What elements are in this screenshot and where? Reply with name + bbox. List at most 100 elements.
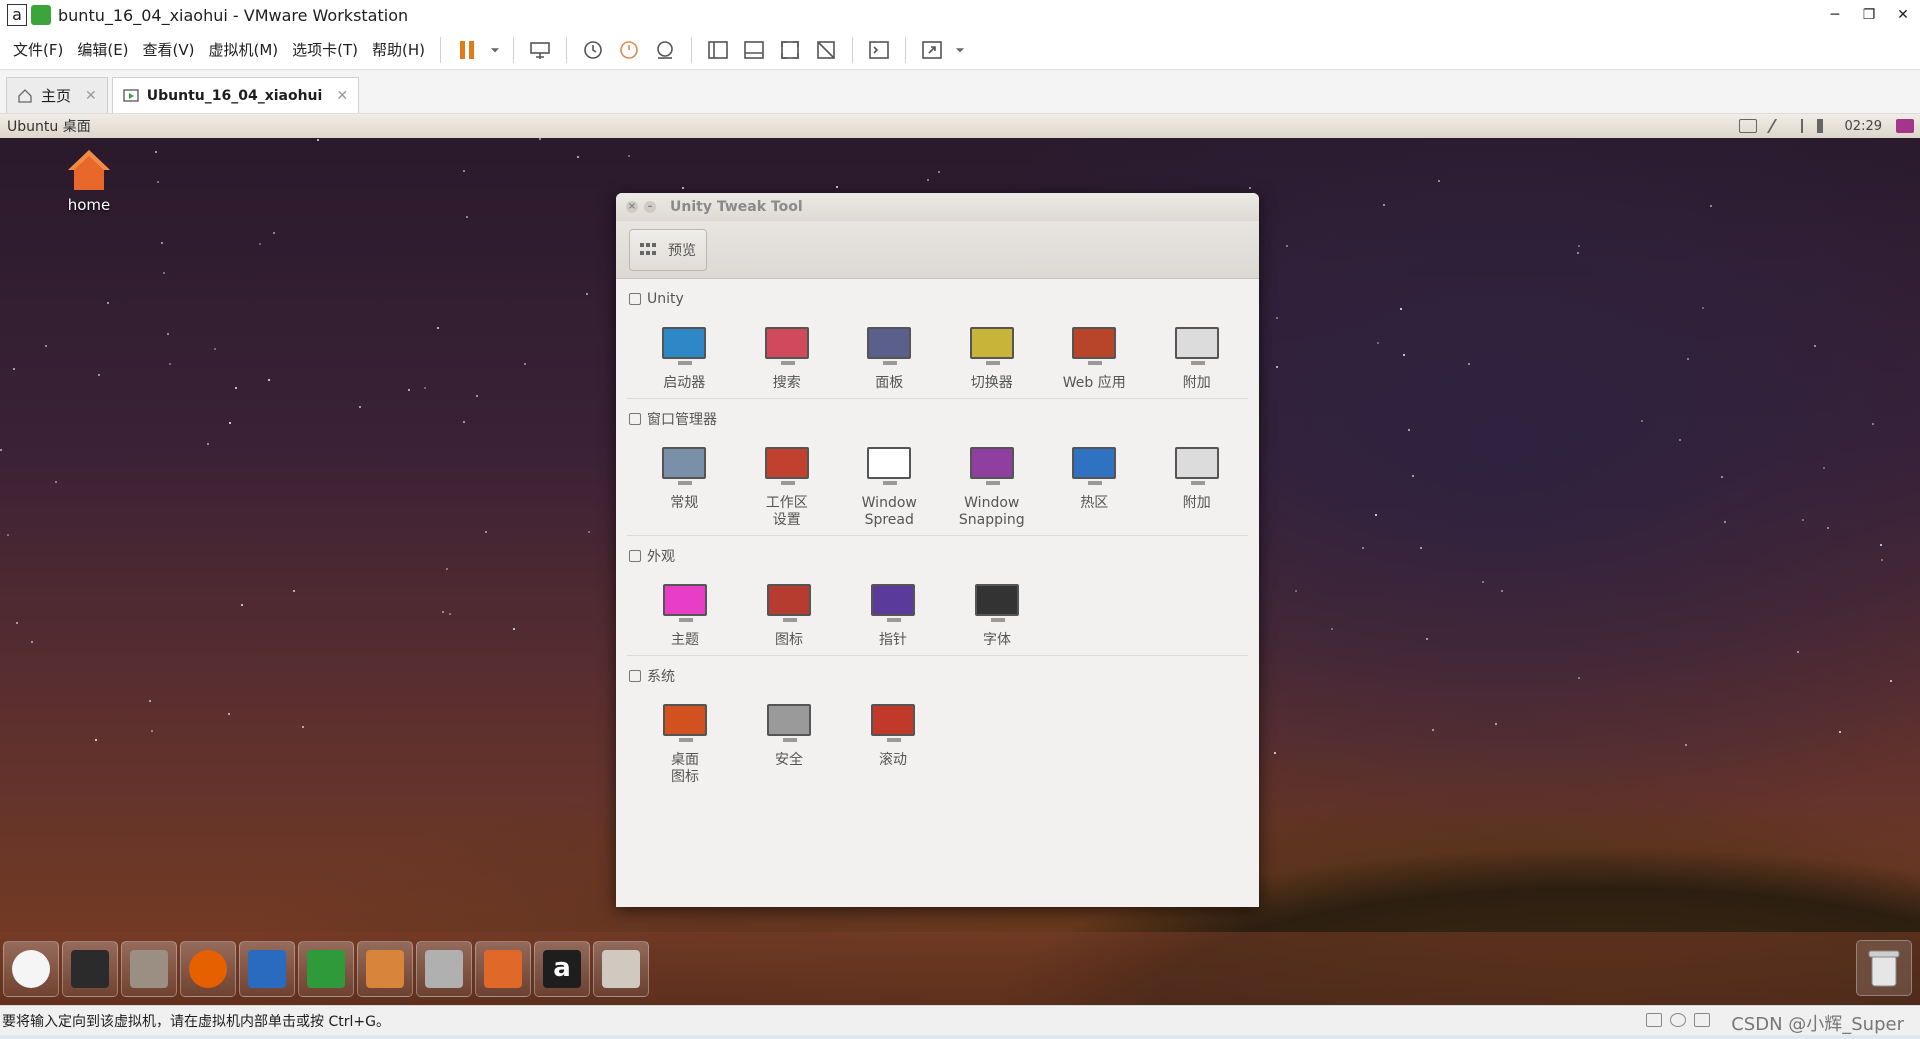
unity-tweak-tool-window: × – Unity Tweak Tool 预览 Unity 启动器 搜索 面板 切换器 W… (616, 193, 1259, 907)
utt-item[interactable]: 图标 (737, 572, 841, 649)
bluetooth-indicator-icon[interactable] (1795, 119, 1803, 133)
console-icon[interactable] (864, 35, 894, 65)
settings-launcher-icon[interactable] (416, 940, 472, 997)
dash-launcher-icon[interactable] (3, 940, 59, 997)
network-indicator-icon[interactable] (1766, 119, 1785, 133)
stretch-icon[interactable] (917, 35, 947, 65)
vmware-app-icon[interactable]: a (0, 0, 58, 30)
utt-section: 窗口管理器 常规 工作区 设置 Window Spread Window Snappin… (627, 399, 1248, 536)
library-icon[interactable] (703, 35, 733, 65)
menu-file[interactable]: 文件(F) (6, 39, 70, 60)
utt-item[interactable]: 指针 (841, 572, 945, 649)
keyboard-indicator-icon[interactable] (1738, 119, 1757, 133)
snapshot-icon[interactable] (578, 35, 608, 65)
send-ctrl-alt-del-icon[interactable] (525, 35, 555, 65)
utt-item[interactable]: Window Spread (838, 435, 941, 529)
tab-home[interactable]: 主页 ✕ (6, 77, 108, 113)
title-bar: a buntu_16_04_xiaohui - VMware Workstati… (0, 0, 1920, 30)
unity-launcher: a (0, 932, 1920, 1005)
pause-dropdown-icon[interactable] (488, 35, 502, 65)
menu-edit[interactable]: 编辑(E) (70, 39, 135, 60)
utt-item-label: 工作区 设置 (765, 495, 808, 528)
utt-item[interactable]: 常规 (633, 435, 736, 529)
toolbar-separator (905, 36, 907, 63)
vm-display[interactable]: Ubuntu 桌面 02:29 home × – Unity Tweak Too… (0, 114, 1920, 1005)
cd-status-icon[interactable] (1670, 1013, 1686, 1027)
tab-home-close-icon[interactable]: ✕ (85, 88, 97, 104)
utt-close-button[interactable]: × (626, 201, 638, 213)
utt-item[interactable]: Web 应用 (1043, 315, 1146, 392)
utt-item[interactable]: 附加 (1146, 435, 1249, 529)
utt-minimize-button[interactable]: – (644, 201, 656, 213)
pause-icon[interactable] (452, 35, 482, 65)
fullscreen-icon[interactable] (775, 35, 805, 65)
amazon-launcher-icon[interactable]: a (534, 940, 590, 997)
session-indicator-icon[interactable] (1896, 119, 1914, 133)
status-message: 要将输入定向到该虚拟机，请在虚拟机内部单击或按 Ctrl+G。 (2, 1013, 390, 1030)
revert-snapshot-icon[interactable] (614, 35, 644, 65)
utt-item-label: 主题 (671, 632, 699, 648)
utt-item-label: 切换器 (970, 375, 1013, 391)
menu-bar: 文件(F) 编辑(E) 查看(V) 虚拟机(M) 选项卡(T) 帮助(H) (0, 30, 1920, 70)
desktop-home-folder[interactable]: home (58, 148, 120, 214)
utt-item[interactable]: 附加 (1146, 315, 1249, 392)
utt-item[interactable]: 安全 (737, 692, 841, 786)
maximize-button[interactable]: ❐ (1852, 0, 1886, 30)
utt-item[interactable]: Window Snapping (941, 435, 1044, 529)
utt-item[interactable]: 切换器 (941, 315, 1044, 392)
calc-launcher-icon[interactable] (298, 940, 354, 997)
utt-toolbar: 预览 (616, 221, 1259, 279)
firefox-launcher-icon[interactable] (180, 940, 236, 997)
utt-item-icon (663, 582, 707, 622)
utt-section: Unity 启动器 搜索 面板 切换器 Web 应用 附加 (627, 279, 1248, 399)
utt-item[interactable]: 搜索 (736, 315, 839, 392)
menu-tabs[interactable]: 选项卡(T) (285, 39, 365, 60)
tab-ubuntu-vm[interactable]: Ubuntu_16_04_xiaohui ✕ (111, 77, 360, 113)
utt-item-icon (764, 445, 809, 485)
trash-icon[interactable] (1856, 940, 1912, 996)
snapshot-manager-icon[interactable] (650, 35, 680, 65)
hdd-status-icon[interactable] (1646, 1013, 1662, 1027)
utt-item[interactable]: 热区 (1043, 435, 1146, 529)
utt-item-icon (1072, 325, 1117, 365)
utt-item-label: 常规 (670, 495, 699, 511)
stretch-dropdown-icon[interactable] (953, 35, 967, 65)
utt-item[interactable]: 面板 (838, 315, 941, 392)
window-title: buntu_16_04_xiaohui - VMware Workstation (58, 5, 409, 25)
clock[interactable]: 02:29 (1845, 119, 1882, 134)
unity-tweak-launcher-icon[interactable] (593, 940, 649, 997)
utt-item[interactable]: 字体 (945, 572, 1049, 649)
input-indicator-icon: a (7, 4, 27, 26)
software-center-launcher-icon[interactable] (475, 940, 531, 997)
utt-section-title: 系统 (647, 669, 675, 685)
terminal-launcher-icon[interactable] (62, 940, 118, 997)
utt-item[interactable]: 启动器 (633, 315, 736, 392)
menu-vm[interactable]: 虚拟机(M) (202, 39, 286, 60)
utt-section-title: Unity (647, 291, 684, 307)
menu-help[interactable]: 帮助(H) (365, 39, 432, 60)
overview-button[interactable]: 预览 (629, 228, 707, 271)
minimize-button[interactable]: ─ (1818, 0, 1852, 30)
writer-launcher-icon[interactable] (239, 940, 295, 997)
desktop-background[interactable]: home × – Unity Tweak Tool 预览 Unity 启动器 搜索 面… (0, 138, 1920, 1005)
menu-view[interactable]: 查看(V) (136, 39, 202, 60)
utt-section: 系统桌面 图标 安全 滚动 (627, 656, 1248, 792)
impress-launcher-icon[interactable] (357, 940, 413, 997)
utt-item-label: 桌面 图标 (671, 752, 699, 785)
utt-sections: Unity 启动器 搜索 面板 切换器 Web 应用 附加 窗口管理器 常规 工作区 设置 Wind… (616, 279, 1259, 792)
thumbnail-icon[interactable] (739, 35, 769, 65)
unity-icon[interactable] (811, 35, 841, 65)
utt-item[interactable]: 主题 (633, 572, 737, 649)
utt-item[interactable]: 桌面 图标 (633, 692, 737, 786)
utt-item[interactable]: 工作区 设置 (736, 435, 839, 529)
close-button[interactable]: ✕ (1886, 0, 1920, 30)
network-status-icon[interactable] (1694, 1013, 1710, 1027)
utt-section-title: 外观 (647, 549, 675, 565)
home-folder-icon (66, 148, 112, 192)
tab-ubuntu-vm-close-icon[interactable]: ✕ (336, 88, 348, 104)
unity-section-icon (629, 293, 641, 305)
utt-title: Unity Tweak Tool (670, 199, 803, 215)
files-launcher-icon[interactable] (121, 940, 177, 997)
sound-indicator-icon[interactable] (1816, 119, 1831, 133)
utt-item[interactable]: 滚动 (841, 692, 945, 786)
